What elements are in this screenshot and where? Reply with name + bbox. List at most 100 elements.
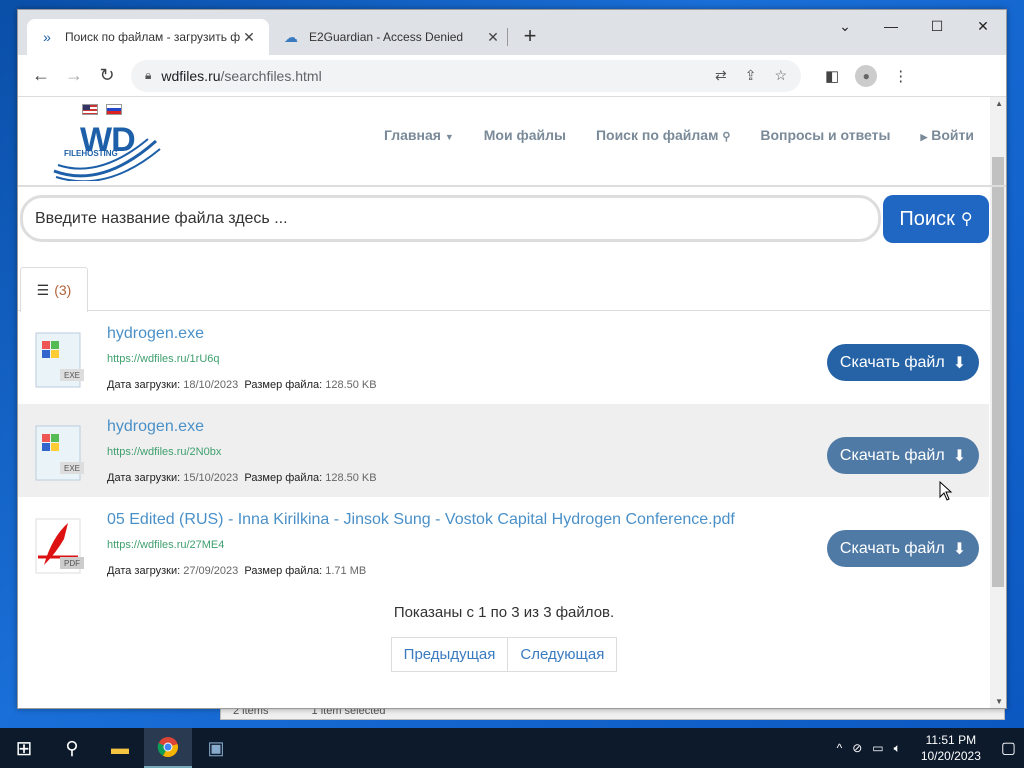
menu-login[interactable]: ▶ Войти [920, 127, 974, 143]
site-header: WD FILEHOSTING Главная ▼ Мои файлы Поиск… [18, 97, 1006, 187]
upload-date: 27/09/2023 [183, 565, 239, 577]
file-meta: Дата загрузки: 27/09/2023 Размер файла: … [107, 565, 366, 577]
exe-file-icon: EXE [35, 332, 84, 388]
chrome-icon[interactable] [144, 728, 192, 768]
chrome-logo [157, 737, 178, 758]
size-label: Размер файла: [244, 472, 323, 484]
download-icon: ⬇ [952, 447, 967, 465]
search-input[interactable] [20, 195, 881, 242]
file-size: 1.71 MB [325, 565, 367, 577]
download-button[interactable]: Скачать файл ⬇ [827, 530, 979, 567]
upload-date: 18/10/2023 [183, 379, 239, 391]
site-logo[interactable]: WD FILEHOSTING [52, 119, 162, 181]
forward-button[interactable]: → [59, 61, 89, 91]
translate-icon[interactable]: ⇄ [715, 67, 727, 84]
address-bar[interactable]: 🔒︎ wdfiles.ru/searchfiles.html ⇄ ⇪ ☆ [131, 59, 801, 92]
file-name-link[interactable]: hydrogen.exe [107, 325, 204, 343]
download-button[interactable]: Скачать файл ⬇ [827, 344, 979, 381]
logo-subtext: FILEHOSTING [64, 149, 118, 158]
list-item: EXE hydrogen.exe https://wdfiles.ru/2N0b… [18, 404, 989, 497]
taskbar: ⊞ ⚲ ▬ ▣ ^ ⊘ ▭ 🔈︎ 11:51 PM 10/20/2023 ▢ [0, 728, 1024, 768]
date-label: Дата загрузки: [107, 565, 181, 577]
back-button[interactable]: ← [26, 61, 56, 91]
tab-bar: » Поиск по файлам - загрузить ф ✕ ☁ E2Gu… [18, 10, 1006, 55]
menu-login-label: Войти [931, 127, 974, 143]
file-size: 128.50 KB [325, 379, 377, 391]
cloud-icon: ☁ [284, 28, 298, 45]
menu-faq[interactable]: Вопросы и ответы [760, 127, 890, 143]
search-icon[interactable]: ⚲ [48, 728, 96, 768]
search-icon: ⚲ [960, 211, 973, 228]
pdf-file-icon: PDF [35, 518, 84, 574]
file-url-link[interactable]: https://wdfiles.ru/2N0bx [107, 446, 221, 458]
file-type-label: EXE [64, 464, 80, 473]
list-icon: ☰ [36, 281, 50, 298]
us-flag-icon[interactable] [82, 104, 98, 115]
file-name-link[interactable]: 05 Edited (RUS) - Inna Kirilkina - Jinso… [107, 511, 735, 529]
tab-search-chevron-icon[interactable]: ⌄ [822, 10, 868, 42]
close-tab-icon[interactable]: ✕ [241, 29, 257, 46]
tab-access-denied[interactable]: ☁ E2Guardian - Access Denied ✕ [271, 19, 513, 55]
file-name-link[interactable]: hydrogen.exe [107, 418, 204, 436]
date-label: Дата загрузки: [107, 472, 181, 484]
size-label: Размер файла: [244, 379, 323, 391]
lock-icon[interactable]: 🔒︎ [145, 68, 151, 83]
file-url-link[interactable]: https://wdfiles.ru/27ME4 [107, 539, 224, 551]
file-type-label: EXE [64, 371, 80, 380]
search-row: Поиск ⚲ [18, 187, 1006, 247]
caret-right-icon: ▶ [920, 132, 928, 142]
url-host: wdfiles.ru [161, 67, 221, 84]
file-url-link[interactable]: https://wdfiles.ru/1rU6q [107, 353, 220, 365]
prev-page-button[interactable]: Предыдущая [390, 637, 509, 672]
file-size: 128.50 KB [325, 472, 377, 484]
app-window-icon[interactable]: ▣ [192, 728, 240, 768]
exe-file-icon: EXE [35, 425, 84, 481]
windows-start-icon[interactable]: ⊞ [0, 728, 48, 768]
new-tab-button[interactable]: + [518, 23, 542, 49]
close-tab-icon[interactable]: ✕ [485, 29, 501, 46]
download-button[interactable]: Скачать файл ⬇ [827, 437, 979, 474]
next-page-button[interactable]: Следующая [508, 637, 618, 672]
menu-kebab-icon[interactable]: ⋮ [893, 67, 908, 85]
file-meta: Дата загрузки: 15/10/2023 Размер файла: … [107, 472, 377, 484]
scroll-down-icon[interactable]: ▼ [995, 697, 1003, 706]
tab-title: E2Guardian - Access Denied [309, 30, 464, 44]
profile-avatar[interactable]: ● [855, 64, 878, 87]
clock[interactable]: 11:51 PM 10/20/2023 [921, 732, 981, 764]
page-viewport: ▲ ▼ WD FILEHOSTING Главная ▼ Мои файлы П… [18, 97, 1006, 708]
side-panel-icon[interactable]: ◧ [825, 67, 839, 85]
tab-search-files[interactable]: » Поиск по файлам - загрузить ф ✕ [27, 19, 269, 55]
bookmark-star-icon[interactable]: ☆ [774, 67, 787, 84]
menu-search[interactable]: Поиск по файлам ⚲ [596, 127, 730, 143]
chevron-up-icon[interactable]: ^ [837, 741, 843, 755]
browser-toolbar: ← → ↻ 🔒︎ wdfiles.ru/searchfiles.html ⇄ ⇪… [18, 55, 1006, 97]
download-label: Скачать файл [839, 446, 945, 464]
volume-muted-icon[interactable]: 🔈︎ [894, 741, 901, 756]
results-tabs: ☰ (3) [18, 257, 990, 312]
ru-flag-icon[interactable] [106, 104, 122, 115]
menu-my-files[interactable]: Мои файлы [484, 127, 566, 143]
notification-icon[interactable]: ▢ [1001, 738, 1016, 758]
browser-window: » Поиск по файлам - загрузить ф ✕ ☁ E2Gu… [17, 9, 1007, 709]
list-item: EXE hydrogen.exe https://wdfiles.ru/1rU6… [18, 311, 989, 404]
chevrons-icon: » [43, 29, 51, 45]
network-icon[interactable]: ▭ [872, 741, 883, 755]
download-icon: ⬇ [952, 540, 967, 558]
close-window-button[interactable]: ✕ [960, 10, 1006, 42]
maximize-button[interactable]: ☐ [914, 10, 960, 42]
tab-title: Поиск по файлам - загрузить ф [65, 30, 241, 44]
search-icon: ⚲ [722, 131, 731, 143]
caret-down-icon: ▼ [444, 132, 454, 142]
share-icon[interactable]: ⇪ [745, 67, 757, 84]
network-off-icon[interactable]: ⊘ [852, 741, 862, 755]
date-label: Дата загрузки: [107, 379, 181, 391]
download-label: Скачать файл [839, 353, 945, 371]
tab-list-view[interactable]: ☰ (3) [20, 267, 88, 312]
mouse-cursor-icon [939, 481, 953, 501]
minimize-button[interactable]: — [868, 10, 914, 42]
search-button[interactable]: Поиск ⚲ [883, 195, 989, 243]
file-explorer-icon[interactable]: ▬ [96, 728, 144, 768]
clock-time: 11:51 PM [925, 733, 977, 747]
reload-button[interactable]: ↻ [92, 61, 122, 91]
menu-home[interactable]: Главная ▼ [384, 127, 454, 143]
